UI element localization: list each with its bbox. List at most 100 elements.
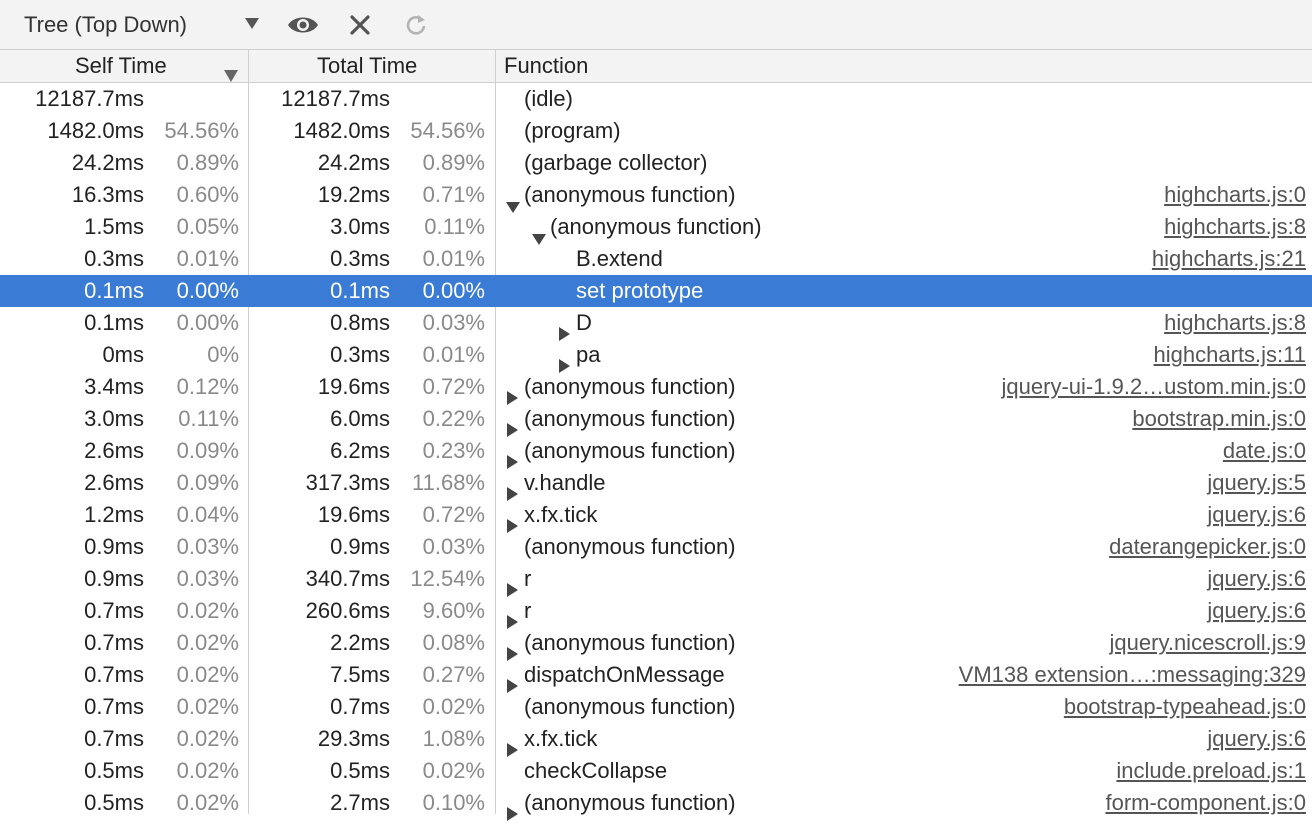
table-row[interactable]: 0.5ms 0.02% 2.7ms 0.10% (anonymous function)… bbox=[0, 787, 1312, 821]
total-time-value: 0.3ms bbox=[330, 246, 390, 271]
function-cell: r jquery.js:6 bbox=[496, 595, 1312, 629]
self-time-value: 0.5ms bbox=[84, 790, 144, 815]
table-row[interactable]: 0ms 0% 0.3ms 0.01% pa highcharts.js:11 bbox=[0, 339, 1312, 373]
source-link[interactable]: jquery.js:6 bbox=[1207, 499, 1306, 531]
self-time-cell: 0.9ms 0.03% bbox=[0, 563, 248, 595]
total-time-cell: 29.3ms 1.08% bbox=[249, 723, 495, 755]
self-time-percent: 0.11% bbox=[178, 406, 239, 431]
chevron-down-icon[interactable] bbox=[244, 15, 260, 36]
table-row[interactable]: 1482.0ms 54.56% 1482.0ms 54.56% (program) bbox=[0, 115, 1312, 147]
total-time-value: 2.7ms bbox=[330, 790, 390, 815]
source-link[interactable]: highcharts.js:11 bbox=[1154, 339, 1306, 371]
self-time-cell: 1482.0ms 54.56% bbox=[0, 115, 248, 147]
total-time-value: 0.5ms bbox=[330, 758, 390, 783]
source-link[interactable]: date.js:0 bbox=[1223, 435, 1306, 467]
source-link[interactable]: include.preload.js:1 bbox=[1116, 755, 1306, 787]
table-row[interactable]: 24.2ms 0.89% 24.2ms 0.89% (garbage collector… bbox=[0, 147, 1312, 179]
self-time-header[interactable]: Self Time bbox=[0, 50, 248, 82]
self-time-value: 0.3ms bbox=[84, 246, 144, 271]
eye-icon[interactable] bbox=[286, 13, 320, 42]
source-link[interactable]: VM138 extension…:messaging:329 bbox=[959, 659, 1306, 691]
function-name: dispatchOnMessage bbox=[524, 662, 725, 687]
table-row[interactable]: 0.7ms 0.02% 0.7ms 0.02% (anonymous function)… bbox=[0, 691, 1312, 723]
total-time-value: 0.7ms bbox=[330, 694, 390, 719]
self-time-cell: 1.5ms 0.05% bbox=[0, 211, 248, 243]
source-link[interactable]: jquery.js:5 bbox=[1207, 467, 1306, 499]
self-time-percent: 0.02% bbox=[176, 758, 239, 783]
view-mode-select[interactable]: Tree (Top Down) bbox=[24, 0, 187, 50]
table-row[interactable]: 1.2ms 0.04% 19.6ms 0.72% x.fx.tick jquery.js:… bbox=[0, 499, 1312, 533]
self-time-percent: 0.04% bbox=[176, 502, 239, 527]
self-time-value: 1482.0ms bbox=[47, 118, 144, 143]
self-time-cell: 0.1ms 0.00% bbox=[0, 307, 248, 339]
function-name: B.extend bbox=[576, 246, 663, 271]
self-time-value: 0.5ms bbox=[84, 758, 144, 783]
self-time-cell: 24.2ms 0.89% bbox=[0, 147, 248, 179]
table-row-selected[interactable]: 0.1ms 0.00% 0.1ms 0.00% set prototype bbox=[0, 275, 1312, 307]
self-time-value: 0.1ms bbox=[84, 310, 144, 335]
collapse-triangle-icon[interactable] bbox=[506, 798, 518, 830]
table-row[interactable]: 1.5ms 0.05% 3.0ms 0.11% (anonymous function)… bbox=[0, 211, 1312, 245]
source-link[interactable]: highcharts.js:8 bbox=[1164, 307, 1306, 339]
self-time-percent: 0.02% bbox=[176, 630, 239, 655]
source-link[interactable]: jquery.js:6 bbox=[1207, 723, 1306, 755]
table-row[interactable]: 0.9ms 0.03% 0.9ms 0.03% (anonymous function)… bbox=[0, 531, 1312, 563]
table-row[interactable]: 0.7ms 0.02% 260.6ms 9.60% r jquery.js:6 bbox=[0, 595, 1312, 629]
table-row[interactable]: 0.1ms 0.00% 0.8ms 0.03% Dhighcharts.js:8 bbox=[0, 307, 1312, 341]
function-name: (anonymous function) bbox=[524, 406, 736, 431]
total-time-cell: 2.7ms 0.10% bbox=[249, 787, 495, 819]
total-time-header[interactable]: Total Time bbox=[249, 50, 495, 82]
source-link[interactable]: jquery.js:6 bbox=[1207, 563, 1306, 595]
table-row[interactable]: 0.7ms 0.02% 29.3ms 1.08% x.fx.tick jquery.js:… bbox=[0, 723, 1312, 757]
function-name: (anonymous function) bbox=[524, 790, 736, 815]
total-time-value: 0.9ms bbox=[330, 534, 390, 559]
function-name: (anonymous function) bbox=[524, 374, 736, 399]
total-time-cell: 6.2ms 0.23% bbox=[249, 435, 495, 467]
table-row[interactable]: 3.0ms 0.11% 6.0ms 0.22% (anonymous function)… bbox=[0, 403, 1312, 437]
table-row[interactable]: 2.6ms 0.09% 6.2ms 0.23% (anonymous function)… bbox=[0, 435, 1312, 469]
function-header[interactable]: Function bbox=[496, 50, 1312, 82]
source-link[interactable]: jquery-ui-1.9.2…ustom.min.js:0 bbox=[1002, 371, 1306, 403]
total-time-value: 0.8ms bbox=[330, 310, 390, 335]
function-cell: (anonymous function) date.js:0 bbox=[496, 435, 1312, 469]
source-link[interactable]: bootstrap-typeahead.js:0 bbox=[1064, 691, 1306, 723]
table-row[interactable]: 0.7ms 0.02% 2.2ms 0.08% (anonymous function)… bbox=[0, 627, 1312, 661]
table-row[interactable]: 2.6ms 0.09% 317.3ms 11.68% v.handle jquery.js… bbox=[0, 467, 1312, 501]
table-row[interactable]: 0.9ms 0.03% 340.7ms 12.54% r jquery.js:6 bbox=[0, 563, 1312, 597]
source-link[interactable]: form-component.js:0 bbox=[1105, 787, 1306, 819]
total-time-value: 317.3ms bbox=[305, 470, 390, 495]
table-row[interactable]: 12187.7ms 12187.7ms (idle) bbox=[0, 83, 1312, 115]
self-time-cell: 0.7ms 0.02% bbox=[0, 595, 248, 627]
total-time-cell: 0.1ms 0.00% bbox=[249, 275, 495, 307]
self-time-percent: 54.56% bbox=[164, 118, 239, 143]
self-time-value: 0.9ms bbox=[84, 534, 144, 559]
total-time-percent: 0.03% bbox=[422, 534, 485, 559]
source-link[interactable]: jquery.js:6 bbox=[1207, 595, 1306, 627]
total-time-percent: 0.01% bbox=[422, 342, 485, 367]
source-link[interactable]: jquery.nicescroll.js:9 bbox=[1110, 627, 1306, 659]
source-link[interactable]: daterangepicker.js:0 bbox=[1109, 531, 1306, 563]
self-time-value: 3.4ms bbox=[84, 374, 144, 399]
source-link[interactable]: highcharts.js:21 bbox=[1152, 243, 1306, 275]
function-name: (anonymous function) bbox=[524, 438, 736, 463]
source-link[interactable]: highcharts.js:8 bbox=[1164, 211, 1306, 243]
total-time-percent: 0.03% bbox=[422, 310, 485, 335]
source-link[interactable]: bootstrap.min.js:0 bbox=[1132, 403, 1306, 435]
total-time-cell: 0.5ms 0.02% bbox=[249, 755, 495, 787]
source-link[interactable]: highcharts.js:0 bbox=[1164, 179, 1306, 211]
table-row[interactable]: 0.3ms 0.01% 0.3ms 0.01% B.extend highcharts.j… bbox=[0, 243, 1312, 275]
reload-icon[interactable] bbox=[405, 13, 427, 42]
table-row[interactable]: 16.3ms 0.60% 19.2ms 0.71% (anonymous functio… bbox=[0, 179, 1312, 213]
table-row[interactable]: 0.7ms 0.02% 7.5ms 0.27% dispatchOnMessage VM1… bbox=[0, 659, 1312, 693]
close-icon[interactable] bbox=[349, 14, 371, 41]
total-time-cell: 317.3ms 11.68% bbox=[249, 467, 495, 499]
total-time-value: 24.2ms bbox=[317, 150, 390, 175]
table-row[interactable]: 3.4ms 0.12% 19.6ms 0.72% (anonymous function… bbox=[0, 371, 1312, 405]
table-row[interactable]: 0.5ms 0.02% 0.5ms 0.02% checkCollapse include… bbox=[0, 755, 1312, 787]
self-time-cell: 1.2ms 0.04% bbox=[0, 499, 248, 531]
total-time-cell: 24.2ms 0.89% bbox=[249, 147, 495, 179]
self-time-cell: 0.7ms 0.02% bbox=[0, 691, 248, 723]
total-time-cell: 2.2ms 0.08% bbox=[249, 627, 495, 659]
function-cell: (program) bbox=[496, 115, 1312, 147]
function-cell: (idle) bbox=[496, 83, 1312, 115]
